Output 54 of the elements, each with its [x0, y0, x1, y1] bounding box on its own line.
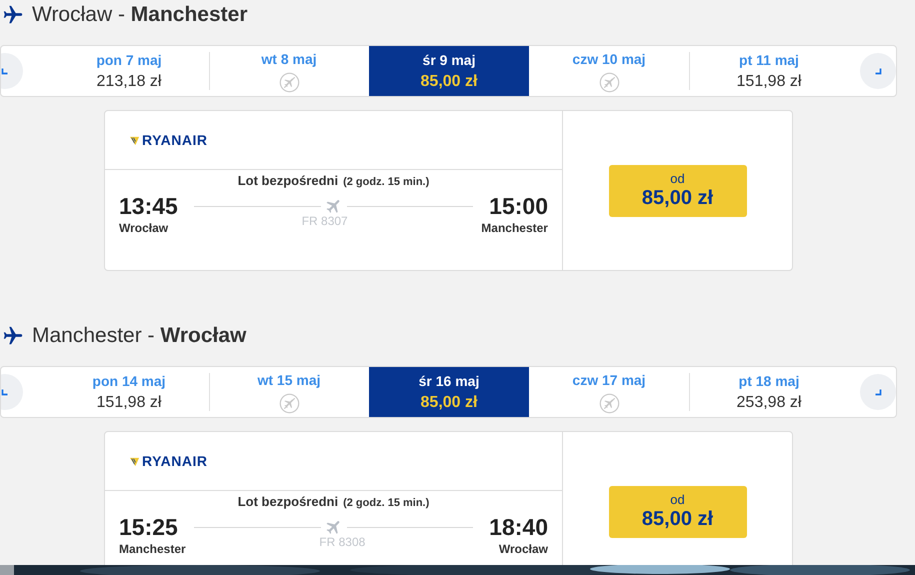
- price-label: 151,98 zł: [736, 72, 802, 92]
- harp-logo-icon: [129, 134, 140, 146]
- date-tab[interactable]: pon 14 maj 151,98 zł: [49, 367, 209, 417]
- chevron-right-icon: [873, 66, 883, 76]
- departure-city: Manchester: [119, 542, 186, 557]
- date-tab[interactable]: pt 18 maj 253,98 zł: [689, 367, 849, 417]
- chevron-right-icon: [873, 387, 883, 397]
- no-flight-icon: [598, 72, 620, 93]
- flight-number: FR 8307: [302, 214, 348, 229]
- price-button[interactable]: od 85,00 zł: [608, 486, 746, 538]
- no-flight-icon: [278, 72, 300, 93]
- departure-time: 13:45: [119, 192, 178, 220]
- chevron-left-icon: [1, 66, 10, 76]
- arrival-city: Manchester: [481, 221, 548, 236]
- date-label: pt 18 maj: [738, 372, 800, 391]
- route-title: Wrocław - Manchester: [32, 2, 248, 28]
- arrival-city: Wrocław: [498, 542, 548, 557]
- flight-duration: (2 godz. 15 min.): [343, 496, 430, 511]
- date-tab[interactable]: pon 7 maj 213,18 zł: [49, 46, 209, 96]
- airplane-icon: [2, 325, 24, 347]
- date-label: czw 10 maj: [572, 50, 646, 69]
- date-label: śr 16 maj: [418, 372, 480, 391]
- price-label: 85,00 zł: [420, 392, 478, 412]
- price-label: 253,98 zł: [736, 392, 802, 412]
- price-label: 151,98 zł: [96, 392, 162, 412]
- date-label: wt 15 maj: [257, 371, 321, 390]
- airline-logo: RYANAIR: [142, 130, 208, 150]
- no-flight-icon: [598, 393, 620, 414]
- price-button[interactable]: od 85,00 zł: [608, 164, 746, 216]
- date-label: śr 9 maj: [422, 50, 476, 70]
- no-flight-icon: [278, 393, 300, 414]
- flight-duration: (2 godz. 15 min.): [343, 175, 430, 190]
- route-title: Manchester - Wrocław: [32, 323, 246, 350]
- flight-number: FR 8308: [319, 535, 366, 550]
- price-label: 85,00 zł: [420, 72, 478, 92]
- date-label: pon 7 maj: [96, 50, 162, 70]
- flight-type: Lot bezpośredni: [238, 494, 338, 510]
- departure-city: Wrocław: [119, 221, 168, 236]
- date-tab[interactable]: śr 16 maj 85,00 zł: [369, 367, 529, 417]
- airplane-icon: [2, 4, 24, 26]
- arrival-time: 18:40: [489, 513, 548, 541]
- date-label: pt 11 maj: [739, 50, 799, 70]
- price-label: 213,18 zł: [96, 72, 162, 92]
- departure-time: 15:25: [119, 513, 178, 541]
- airline-logo: RYANAIR: [142, 452, 208, 470]
- harp-logo-icon: [129, 456, 140, 466]
- date-tab[interactable]: pt 11 maj 151,98 zł: [689, 46, 849, 96]
- date-label: czw 17 maj: [572, 371, 646, 390]
- date-label: wt 8 maj: [261, 50, 317, 69]
- arrival-time: 15:00: [489, 192, 548, 220]
- chevron-left-icon: [1, 387, 10, 397]
- flight-type: Lot bezpośredni: [238, 173, 338, 189]
- date-label: pon 14 maj: [92, 372, 166, 391]
- date-tab[interactable]: śr 9 maj 85,00 zł: [369, 46, 529, 96]
